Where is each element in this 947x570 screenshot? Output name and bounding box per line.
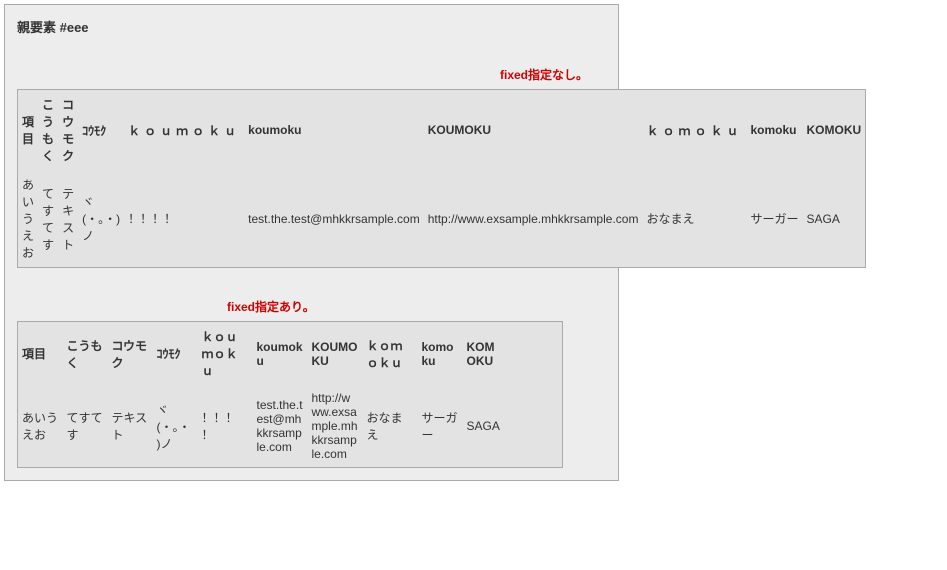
col-header: KOUMOKU: [308, 322, 363, 386]
cell: http://www.exsample.mhkkrsample.com: [308, 385, 363, 468]
table-row: あいうえお てすてす テキスト ヾ(・。・)ノ ！！！！ test.the.te…: [18, 170, 866, 268]
cell: あいうえお: [18, 385, 63, 468]
col-header: koumoku: [253, 322, 308, 386]
col-header: 項目: [18, 90, 39, 171]
col-header: ｋｏｕｍｏｋｕ: [198, 322, 253, 386]
col-header: komoku: [418, 322, 463, 386]
cell: てすてす: [63, 385, 108, 468]
cell: あいうえお: [18, 170, 39, 268]
cell: SAGA: [802, 170, 865, 268]
col-header: koumoku: [244, 90, 424, 171]
cell: ！！！！: [198, 385, 253, 468]
table-fixed: 項目 こうもく コウモク ｺｳﾓｸ ｋｏｕｍｏｋｕ koumoku KOUMOK…: [17, 321, 563, 468]
col-header: KOMOKU: [463, 322, 508, 386]
table-auto: 項目 こうもく コウモク ｺｳﾓｸ ｋｏｕｍｏｋｕ koumoku KOUMOK…: [17, 89, 866, 268]
col-header: コウモク: [58, 90, 78, 171]
cell: テキスト: [58, 170, 78, 268]
col-header: 項目: [18, 322, 63, 386]
col-header: ｋｏｍｏｋｕ: [642, 90, 746, 171]
parent-label: 親要素 #eee: [17, 17, 606, 36]
col-header: KOMOKU: [802, 90, 865, 171]
cell: おなまえ: [363, 385, 418, 468]
col-header: こうもく: [63, 322, 108, 386]
parent-container: 親要素 #eee fixed指定なし。 項目 こうもく コウモク ｺｳﾓｸ ｋｏ…: [4, 4, 619, 481]
cell: test.the.test@mhkkrsample.com: [253, 385, 308, 468]
table-row: 項目 こうもく コウモク ｺｳﾓｸ ｋｏｕｍｏｋｕ koumoku KOUMOK…: [18, 90, 866, 171]
cell: ヾ(・。・)ノ: [153, 385, 198, 468]
table-row: 項目 こうもく コウモク ｺｳﾓｸ ｋｏｕｍｏｋｕ koumoku KOUMOK…: [18, 322, 563, 386]
cell: http://www.exsample.mhkkrsample.com: [424, 170, 643, 268]
cell: ヾ(・。・)ノ: [78, 170, 124, 268]
col-header: コウモク: [108, 322, 153, 386]
cell: サーガー: [418, 385, 463, 468]
cell: おなまえ: [642, 170, 746, 268]
table-row: あいうえお てすてす テキスト ヾ(・。・)ノ ！！！！ test.the.te…: [18, 385, 563, 468]
cell: サーガー: [746, 170, 802, 268]
col-header: ｋｏｕｍｏｋｕ: [124, 90, 244, 171]
col-header: ｺｳﾓｸ: [153, 322, 198, 386]
cell: ！！！！: [124, 170, 244, 268]
label-with-fixed: fixed指定あり。: [17, 298, 606, 315]
cell: SAGA: [463, 385, 508, 468]
cell: テキスト: [108, 385, 153, 468]
col-header: こうもく: [38, 90, 58, 171]
col-header: komoku: [746, 90, 802, 171]
cell: test.the.test@mhkkrsample.com: [244, 170, 424, 268]
col-header: KOUMOKU: [424, 90, 643, 171]
cell: てすてす: [38, 170, 58, 268]
label-no-fixed: fixed指定なし。: [17, 66, 606, 83]
col-header: ｋｏｍｏｋｕ: [363, 322, 418, 386]
col-header: ｺｳﾓｸ: [78, 90, 124, 171]
